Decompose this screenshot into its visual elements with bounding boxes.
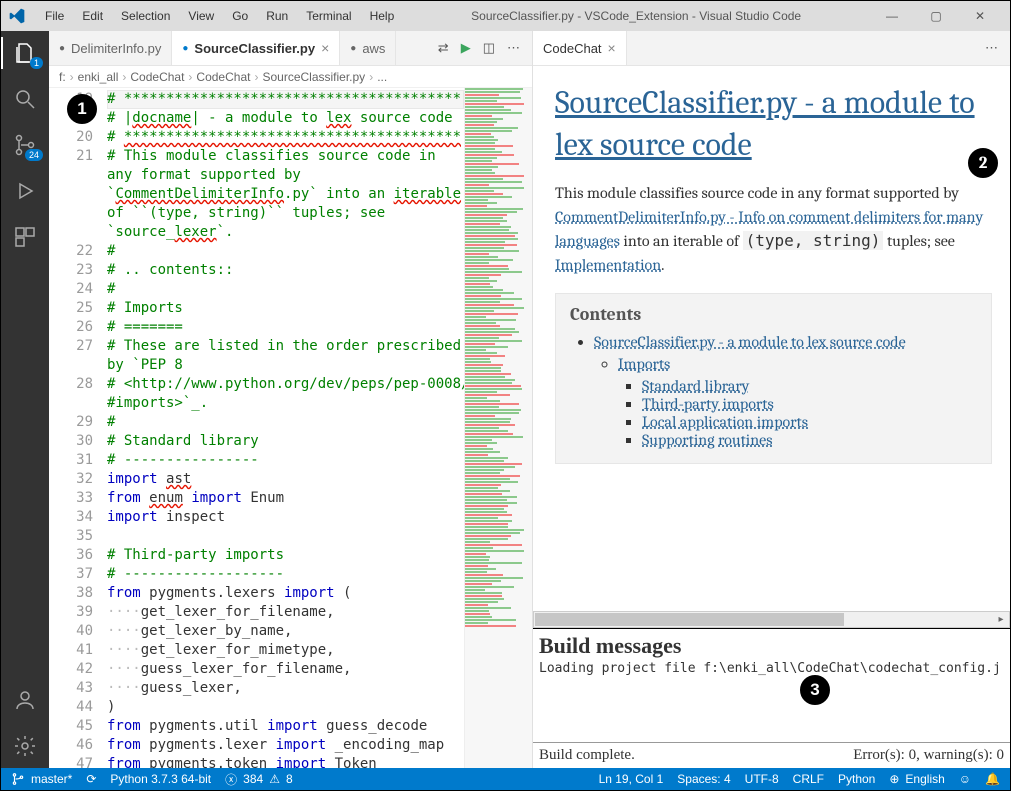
build-log-line: Loading project file f:\enki_all\CodeCha… xyxy=(533,659,1010,678)
run-icon[interactable]: ▶ xyxy=(461,40,471,56)
editor-group-left: ● DelimiterInfo.py ● SourceClassifier.py × ● a… xyxy=(49,31,533,768)
build-messages-panel: Build messages Loading project file f:\e… xyxy=(533,628,1010,768)
file-icon: ● xyxy=(182,43,188,54)
menu-edit[interactable]: Edit xyxy=(74,6,111,26)
menu-go[interactable]: Go xyxy=(224,6,256,26)
breadcrumb-segment[interactable]: ... xyxy=(377,70,387,84)
status-spaces[interactable]: Spaces: 4 xyxy=(677,772,730,786)
compare-icon[interactable]: ⇄ xyxy=(438,40,449,56)
code-literal: (type, string) xyxy=(743,231,884,250)
build-heading: Build messages xyxy=(533,629,1010,659)
breadcrumb[interactable]: f:›enki_all›CodeChat›CodeChat›SourceClas… xyxy=(49,66,532,88)
status-ime[interactable]: ⊕English xyxy=(889,772,944,786)
tab-label: aws xyxy=(362,41,385,56)
status-sync[interactable]: ⟳ xyxy=(86,772,96,786)
tab-delimiterinfo-py[interactable]: ● DelimiterInfo.py xyxy=(49,31,172,65)
settings-gear-icon[interactable] xyxy=(11,732,39,760)
tab-label: DelimiterInfo.py xyxy=(71,41,161,56)
menu-view[interactable]: View xyxy=(180,6,222,26)
toc-heading: Contents xyxy=(570,304,977,325)
breadcrumb-segment[interactable]: f: xyxy=(59,70,66,84)
search-icon[interactable] xyxy=(11,85,39,113)
horizontal-scrollbar[interactable]: ◂ ▸ xyxy=(533,611,1010,628)
file-icon: ● xyxy=(350,43,356,54)
breadcrumb-segment[interactable]: SourceClassifier.py xyxy=(262,70,365,84)
tab-bar-right: CodeChat × ⋯ xyxy=(533,31,1010,66)
breadcrumb-segment[interactable]: CodeChat xyxy=(130,70,184,84)
source-control-icon[interactable]: 24 xyxy=(11,131,39,159)
scroll-right-icon[interactable]: ▸ xyxy=(993,612,1009,627)
status-feedback-icon[interactable]: ☺ xyxy=(959,772,971,786)
preview-text: tuples; see xyxy=(883,232,954,250)
tab-label: SourceClassifier.py xyxy=(194,41,315,56)
split-editor-icon[interactable]: ◫ xyxy=(483,40,495,56)
window-title: SourceClassifier.py - VSCode_Extension -… xyxy=(406,9,866,23)
vscode-logo-icon xyxy=(9,8,25,24)
build-error-count: Error(s): 0, warning(s): 0 xyxy=(853,747,1004,764)
file-icon: ● xyxy=(59,43,65,54)
explorer-badge: 1 xyxy=(30,57,43,69)
line-number-gutter: 19 20 21 22 23 24 25 26 27 28 29 30 31 3… xyxy=(49,88,107,768)
status-python[interactable]: Python 3.7.3 64-bit xyxy=(110,772,211,786)
status-eol[interactable]: CRLF xyxy=(793,772,824,786)
toc-link[interactable]: Local application imports xyxy=(642,413,808,431)
toc-link[interactable]: Third-party imports xyxy=(642,395,774,413)
annotation-callout-2: 2 xyxy=(968,148,998,178)
menu-selection[interactable]: Selection xyxy=(113,6,178,26)
explorer-icon[interactable]: 1 xyxy=(11,39,39,67)
minimize-button[interactable]: — xyxy=(870,1,914,31)
status-cursor[interactable]: Ln 19, Col 1 xyxy=(599,772,664,786)
code-editor[interactable]: 19 20 21 22 23 24 25 26 27 28 29 30 31 3… xyxy=(49,88,532,768)
toc-link[interactable]: Supporting routines xyxy=(642,431,772,449)
toc-link[interactable]: Imports xyxy=(618,355,670,373)
scm-badge: 24 xyxy=(25,149,43,161)
status-language[interactable]: Python xyxy=(838,772,875,786)
preview-title: SourceClassifier.py - a module to lex so… xyxy=(555,84,975,163)
code-content[interactable]: # **************************************… xyxy=(107,88,464,768)
toc-link[interactable]: SourceClassifier.py - a module to lex so… xyxy=(594,333,906,351)
extensions-icon[interactable] xyxy=(11,223,39,251)
run-debug-icon[interactable] xyxy=(11,177,39,205)
status-bar: master* ⟳ Python 3.7.3 64-bit ⓧ384 ⚠8 Ln… xyxy=(1,768,1010,790)
codechat-preview[interactable]: SourceClassifier.py - a module to lex so… xyxy=(533,66,1010,611)
breadcrumb-segment[interactable]: enki_all xyxy=(78,70,119,84)
tab-aws[interactable]: ● aws xyxy=(340,31,396,65)
more-actions-icon[interactable]: ⋯ xyxy=(507,40,520,56)
menu-run[interactable]: Run xyxy=(258,6,296,26)
menu-terminal[interactable]: Terminal xyxy=(298,6,359,26)
activity-bar: 1 24 xyxy=(1,31,49,768)
tab-label: CodeChat xyxy=(543,41,602,56)
annotation-callout-1: 1 xyxy=(67,94,97,124)
status-problems[interactable]: ⓧ384 ⚠8 xyxy=(225,771,293,788)
breadcrumb-segment[interactable]: CodeChat xyxy=(196,70,250,84)
minimap[interactable] xyxy=(464,88,532,768)
toc-box: Contents SourceClassifier.py - a module … xyxy=(555,293,992,464)
link-implementation[interactable]: Implementation xyxy=(555,256,661,274)
titlebar: FileEditSelectionViewGoRunTerminalHelp S… xyxy=(1,1,1010,31)
close-icon[interactable]: × xyxy=(608,40,616,56)
close-icon[interactable]: × xyxy=(321,40,329,56)
preview-text: This module classifies source code in an… xyxy=(555,184,959,202)
menu-file[interactable]: File xyxy=(37,6,72,26)
scrollbar-thumb[interactable] xyxy=(535,613,844,626)
annotation-callout-3: 3 xyxy=(800,675,830,705)
accounts-icon[interactable] xyxy=(11,686,39,714)
status-bell-icon[interactable]: 🔔 xyxy=(985,772,1000,786)
close-button[interactable]: ✕ xyxy=(958,1,1002,31)
preview-text: into an iterable of xyxy=(620,232,743,250)
tab-codechat[interactable]: CodeChat × xyxy=(533,31,627,65)
maximize-button[interactable]: ▢ xyxy=(914,1,958,31)
menu-help[interactable]: Help xyxy=(362,6,403,26)
more-actions-icon[interactable]: ⋯ xyxy=(985,40,998,56)
toc-link[interactable]: Standard library xyxy=(642,377,749,395)
status-branch[interactable]: master* xyxy=(11,772,72,786)
build-complete-text: Build complete. xyxy=(539,747,853,764)
tab-sourceclassifier-py[interactable]: ● SourceClassifier.py × xyxy=(172,31,340,65)
editor-group-right: CodeChat × ⋯ SourceClassifier.py - a mod… xyxy=(533,31,1010,768)
menubar: FileEditSelectionViewGoRunTerminalHelp xyxy=(37,6,402,26)
status-encoding[interactable]: UTF-8 xyxy=(745,772,779,786)
tab-bar-left: ● DelimiterInfo.py ● SourceClassifier.py × ● a… xyxy=(49,31,532,66)
